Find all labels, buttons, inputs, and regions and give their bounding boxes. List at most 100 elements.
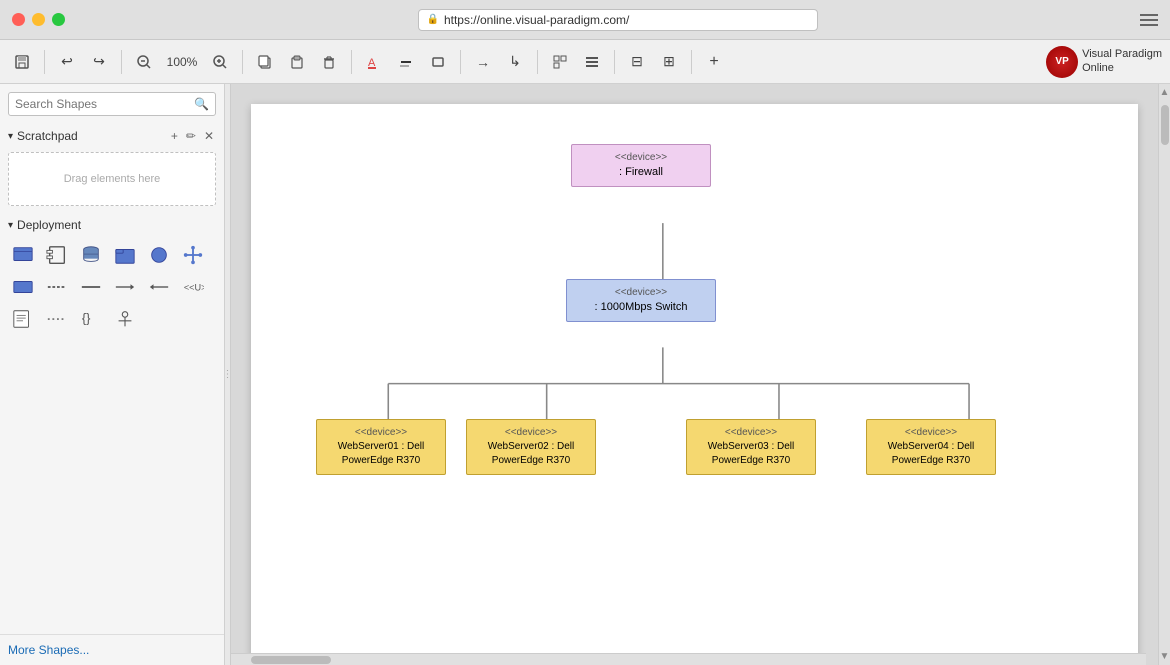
server3-box: <<device>> WebServer03 : Dell PowerEdge … [686, 419, 816, 475]
zoom-area: 100% [130, 48, 234, 76]
line-color-button[interactable] [392, 48, 420, 76]
scratchpad-section-header[interactable]: ▾ Scratchpad + ✏ ✕ [0, 124, 224, 148]
scratchpad-actions: + ✏ ✕ [169, 128, 216, 144]
shape-rect[interactable] [8, 272, 38, 302]
fill-color-button[interactable]: A [360, 48, 388, 76]
shape-back-arrow[interactable] [144, 272, 174, 302]
vp-logo: VP Visual Paradigm Online [1046, 46, 1162, 78]
shape-arrow[interactable] [110, 272, 140, 302]
deployment-section-header[interactable]: ▾ Deployment [0, 214, 224, 236]
vp-logo-icon: VP [1046, 46, 1078, 78]
save-button[interactable] [8, 48, 36, 76]
server4-stereotype: <<device>> [875, 426, 987, 440]
toolbar: ↩ ↪ 100% A → ↳ ⊟ ⊞ + VP [0, 40, 1170, 84]
close-button[interactable] [12, 13, 25, 26]
divider-2 [121, 50, 122, 74]
titlebar: 🔒 https://online.visual-paradigm.com/ [0, 0, 1170, 40]
server2-name: WebServer02 : Dell PowerEdge R370 [475, 440, 587, 468]
firewall-stereotype: <<device>> [580, 151, 702, 165]
divider-4 [351, 50, 352, 74]
traffic-lights [12, 13, 65, 26]
left-panel: 🔍 ▾ Scratchpad + ✏ ✕ Drag elements here … [0, 84, 225, 665]
canvas-paper: <<device>> : Firewall <<device>> : 1000M… [251, 104, 1138, 665]
url-text: https://online.visual-paradigm.com/ [444, 13, 629, 27]
shape-node[interactable] [8, 240, 38, 270]
scroll-down-arrow[interactable]: ▼ [1160, 648, 1170, 665]
scratchpad-add[interactable]: + [169, 128, 180, 144]
copy-button[interactable] [251, 48, 279, 76]
divider-7 [614, 50, 615, 74]
deployment-arrow: ▾ [8, 220, 13, 231]
search-icon: 🔍 [194, 97, 209, 111]
bottom-scroll-thumb[interactable] [251, 656, 331, 664]
shape-note[interactable] [8, 304, 38, 334]
server1-name: WebServer01 : Dell PowerEdge R370 [325, 440, 437, 468]
undo-button[interactable]: ↩ [53, 48, 81, 76]
switch-box: <<device>> : 1000Mbps Switch [566, 279, 716, 322]
main-layout: 🔍 ▾ Scratchpad + ✏ ✕ Drag elements here … [0, 84, 1170, 665]
menu-button[interactable] [1140, 14, 1158, 26]
server2-node[interactable]: <<device>> WebServer02 : Dell PowerEdge … [466, 419, 596, 475]
scratchpad-drop-zone: Drag elements here [8, 152, 216, 206]
distribute-button[interactable]: ⊞ [655, 48, 683, 76]
shape-line[interactable] [42, 272, 72, 302]
right-scrollbar[interactable]: ▲ ▼ [1158, 84, 1170, 665]
server4-box: <<device>> WebServer04 : Dell PowerEdge … [866, 419, 996, 475]
scratchpad-close[interactable]: ✕ [202, 128, 216, 144]
server1-stereotype: <<device>> [325, 426, 437, 440]
maximize-button[interactable] [52, 13, 65, 26]
delete-button[interactable] [315, 48, 343, 76]
layout-button[interactable] [578, 48, 606, 76]
vp-logo-text: Visual Paradigm Online [1082, 48, 1162, 74]
paste-button[interactable] [283, 48, 311, 76]
firewall-node[interactable]: <<device>> : Firewall [571, 144, 711, 187]
shape-solid-line[interactable] [76, 272, 106, 302]
connector-button[interactable]: → [469, 48, 497, 76]
minimize-button[interactable] [32, 13, 45, 26]
switch-node[interactable]: <<device>> : 1000Mbps Switch [566, 279, 716, 322]
shape-text-note[interactable]: <<U>> [178, 272, 208, 302]
bottom-scrollbar[interactable] [231, 653, 1146, 665]
more-shapes-link[interactable]: More Shapes... [0, 634, 224, 665]
url-bar[interactable]: 🔒 https://online.visual-paradigm.com/ [418, 9, 818, 31]
scroll-up-arrow[interactable]: ▲ [1160, 84, 1170, 101]
server4-node[interactable]: <<device>> WebServer04 : Dell PowerEdge … [866, 419, 996, 475]
firewall-box: <<device>> : Firewall [571, 144, 711, 187]
scratchpad-label: Scratchpad [17, 129, 78, 143]
zoom-in-button[interactable] [206, 48, 234, 76]
scratchpad-arrow: ▾ [8, 131, 13, 142]
add-button[interactable]: + [700, 48, 728, 76]
shape-anchor[interactable] [110, 304, 140, 334]
server1-node[interactable]: <<device>> WebServer01 : Dell PowerEdge … [316, 419, 446, 475]
shapes-grid: <<U>> {} [0, 236, 224, 338]
server3-node[interactable]: <<device>> WebServer03 : Dell PowerEdge … [686, 419, 816, 475]
connectors-svg [251, 104, 1138, 665]
shape-component[interactable] [42, 240, 72, 270]
scratchpad-drop-text: Drag elements here [64, 173, 161, 185]
border-button[interactable] [424, 48, 452, 76]
search-bar[interactable]: 🔍 [8, 92, 216, 116]
zoom-out-button[interactable] [130, 48, 158, 76]
shape-dotted-line[interactable] [42, 304, 72, 334]
divider-3 [242, 50, 243, 74]
server2-box: <<device>> WebServer02 : Dell PowerEdge … [466, 419, 596, 475]
redo-button[interactable]: ↪ [85, 48, 113, 76]
switch-name: : 1000Mbps Switch [575, 300, 707, 315]
scratchpad-edit[interactable]: ✏ [184, 128, 198, 144]
firewall-name: : Firewall [580, 165, 702, 180]
shape-curly[interactable]: {} [76, 304, 106, 334]
divider-8 [691, 50, 692, 74]
shape-package[interactable] [110, 240, 140, 270]
server4-name: WebServer04 : Dell PowerEdge R370 [875, 440, 987, 468]
search-input[interactable] [15, 97, 194, 111]
shape-ball[interactable] [144, 240, 174, 270]
canvas-area[interactable]: <<device>> : Firewall <<device>> : 1000M… [231, 84, 1158, 665]
shape-cross[interactable] [178, 240, 208, 270]
waypoint-button[interactable]: ↳ [501, 48, 529, 76]
scroll-thumb[interactable] [1161, 105, 1169, 145]
align-button[interactable]: ⊟ [623, 48, 651, 76]
shape-database[interactable] [76, 240, 106, 270]
arrange-button[interactable] [546, 48, 574, 76]
switch-stereotype: <<device>> [575, 286, 707, 300]
svg-text:<<U>>: <<U>> [184, 283, 204, 293]
